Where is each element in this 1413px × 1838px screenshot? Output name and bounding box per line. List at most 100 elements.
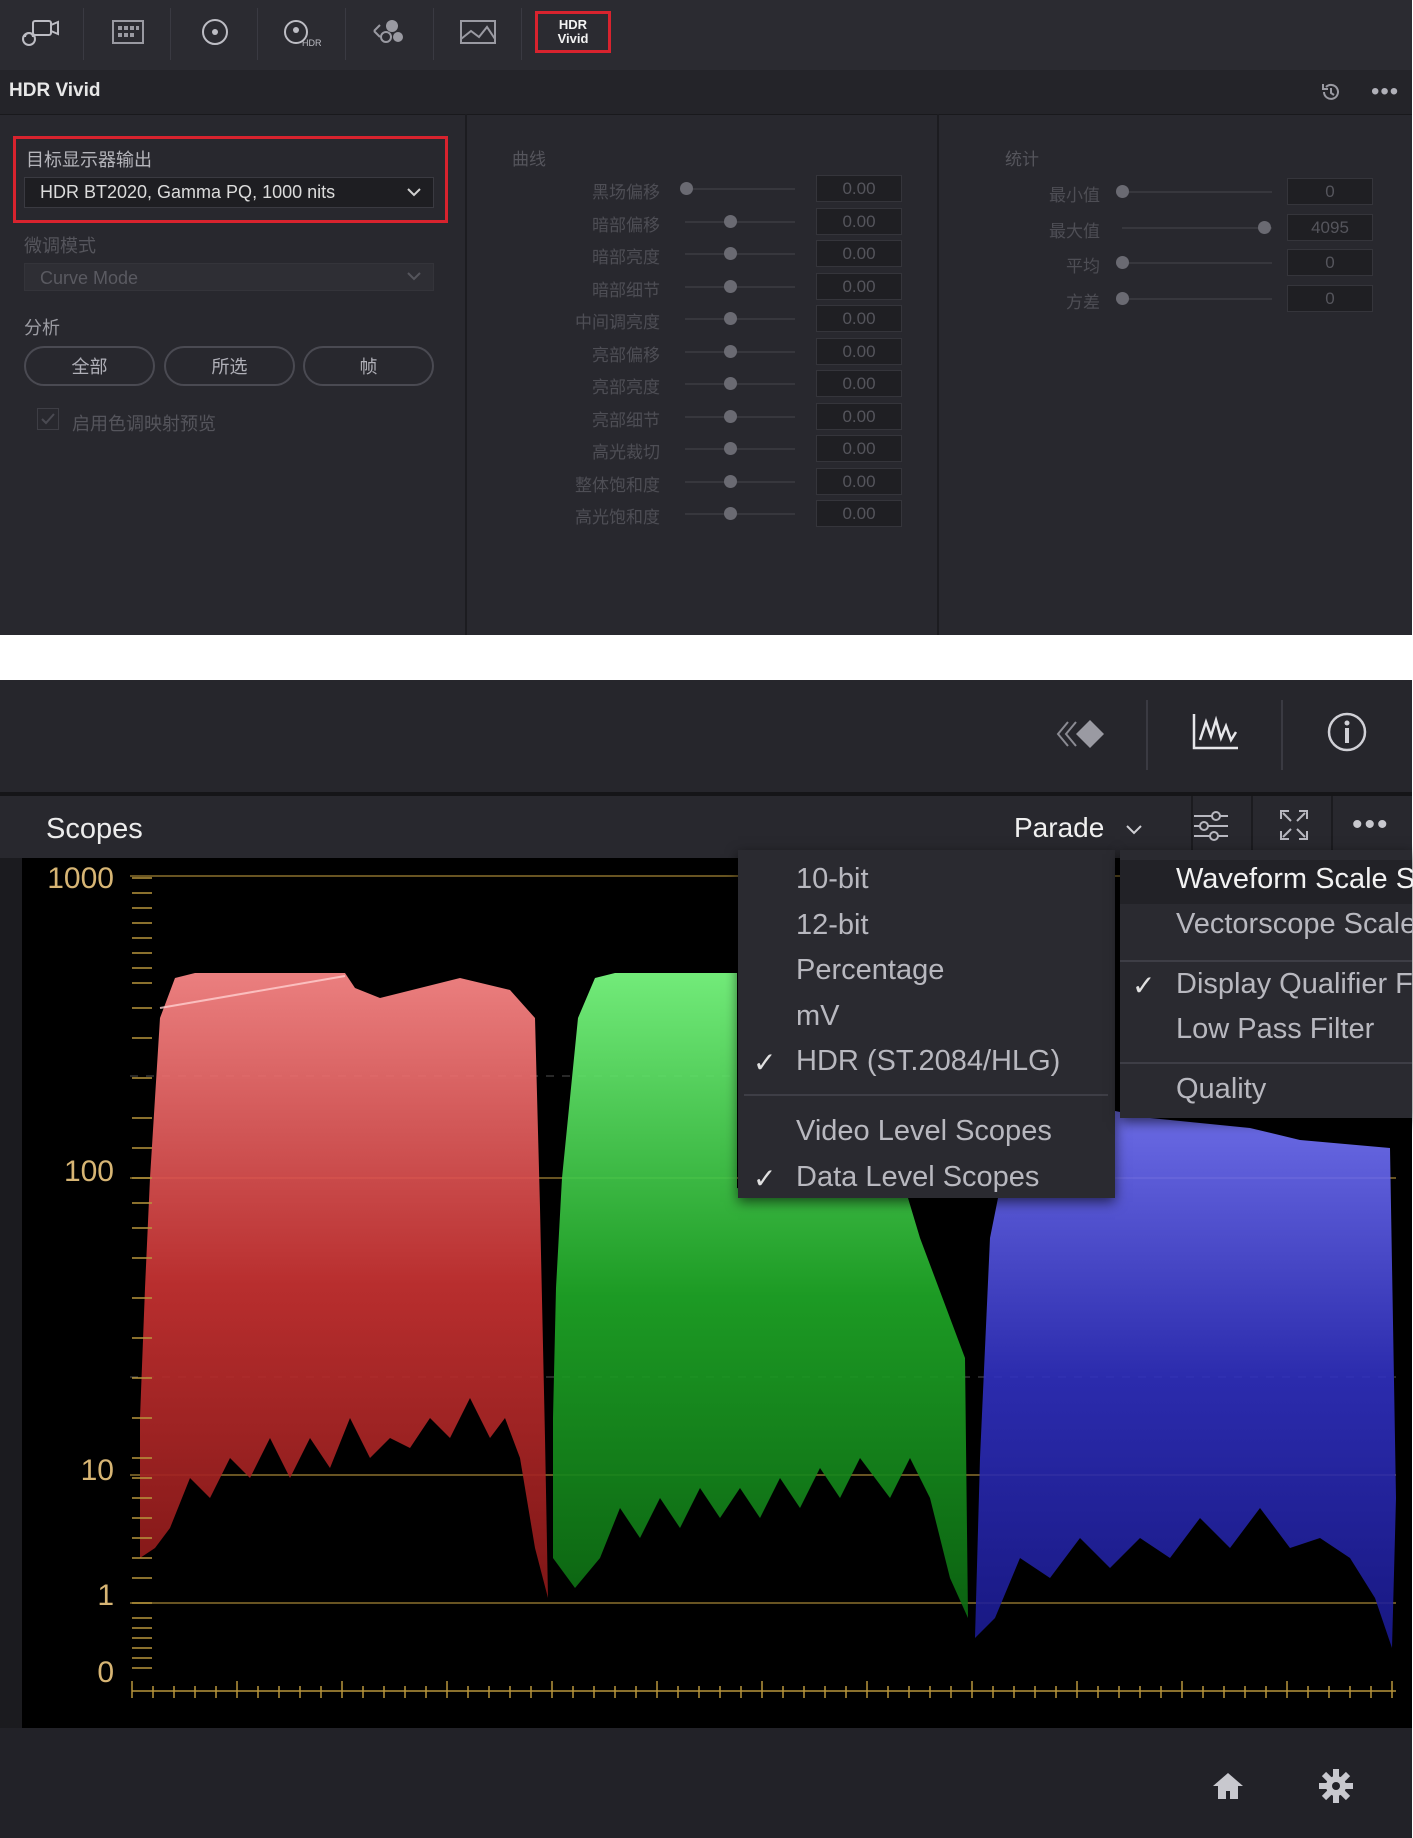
- slider-knob[interactable]: [724, 344, 737, 358]
- color-match-icon[interactable]: [98, 10, 158, 54]
- color-wheels-icon[interactable]: [185, 10, 245, 54]
- curve-param-value[interactable]: 0.00: [816, 370, 902, 397]
- stat-slider: [1122, 191, 1272, 193]
- hdr-vivid-tab[interactable]: HDR Vivid: [535, 11, 611, 53]
- slider-knob[interactable]: [680, 182, 693, 195]
- stat-value: 0: [1287, 249, 1373, 276]
- camera-raw-icon[interactable]: [10, 10, 70, 54]
- stat-label: 最大值: [1049, 221, 1100, 241]
- panel-titlebar: HDR Vivid •••: [0, 70, 1412, 115]
- analyze-all-button[interactable]: 全部: [24, 346, 155, 386]
- curve-param-slider[interactable]: [685, 188, 795, 190]
- slider-knob: [1116, 291, 1129, 305]
- toolbar-divider: [1146, 700, 1148, 770]
- menu-item[interactable]: 12-bit: [796, 909, 869, 942]
- analyze-selected-button[interactable]: 所选: [164, 346, 295, 386]
- curve-param-value[interactable]: 0.00: [816, 435, 902, 462]
- scopes-waveform-icon[interactable]: [1190, 710, 1240, 759]
- more-options-icon[interactable]: •••: [1352, 808, 1390, 842]
- axis-label-10: 10: [80, 1454, 114, 1487]
- expand-icon[interactable]: [1279, 809, 1309, 846]
- curve-param-value[interactable]: 0.00: [816, 272, 902, 300]
- tuning-mode-select[interactable]: Curve Mode: [24, 263, 434, 291]
- stat-label: 平均: [1066, 257, 1100, 276]
- slider-knob[interactable]: [724, 409, 737, 423]
- gear-icon[interactable]: [1318, 1768, 1354, 1809]
- preview-checkbox[interactable]: [37, 408, 59, 430]
- curve-param-slider[interactable]: [685, 350, 795, 353]
- motion-effects-icon[interactable]: [448, 10, 508, 54]
- target-display-select[interactable]: HDR BT2020, Gamma PQ, 1000 nits: [24, 177, 434, 208]
- column-divider: [465, 114, 467, 635]
- menu-separator: [1120, 960, 1412, 962]
- menu-item[interactable]: Video Level Scopes: [796, 1115, 1052, 1148]
- curve-param-slider[interactable]: [685, 383, 795, 385]
- axis-label-100: 100: [63, 1155, 114, 1188]
- curve-param-value[interactable]: 0.00: [816, 500, 902, 527]
- curve-param-slider[interactable]: [685, 415, 795, 418]
- curve-param-slider[interactable]: [685, 480, 795, 483]
- slider-knob[interactable]: [724, 442, 737, 455]
- slider-knob[interactable]: [724, 377, 737, 390]
- curve-param-label: 亮部偏移: [592, 345, 660, 365]
- menu-item[interactable]: HDR (ST.2084/HLG): [796, 1045, 1060, 1078]
- curve-param-value[interactable]: 0.00: [816, 467, 902, 495]
- menu-item[interactable]: 10-bit: [796, 863, 869, 896]
- stats-section-label: 统计: [1005, 150, 1039, 169]
- curve-param-slider[interactable]: [685, 253, 795, 255]
- curve-param-value[interactable]: 0.00: [816, 305, 902, 332]
- slider-knob[interactable]: [724, 474, 737, 488]
- curve-param-value[interactable]: 0.00: [816, 240, 902, 267]
- curve-param-slider[interactable]: [685, 220, 795, 223]
- scope-mode-dropdown[interactable]: Parade: [1014, 812, 1144, 844]
- scopes-title: Scopes: [46, 813, 143, 845]
- preview-checkbox-label: 启用色调映射预览: [72, 414, 216, 434]
- slider-knob[interactable]: [724, 507, 737, 520]
- analysis-label: 分析: [24, 318, 60, 338]
- curve-param-value[interactable]: 0.00: [816, 175, 902, 202]
- more-options-icon[interactable]: •••: [1371, 78, 1399, 106]
- tuning-mode-label: 微调模式: [24, 236, 96, 256]
- analyze-frame-button[interactable]: 帧: [303, 346, 434, 386]
- menu-item[interactable]: Display Qualifier F: [1176, 968, 1413, 1001]
- slider-knob: [1258, 220, 1271, 234]
- menu-item[interactable]: Waveform Scale S: [1176, 863, 1413, 896]
- stat-label: 最小值: [1049, 186, 1100, 205]
- hdr-vivid-panel: HDR HDR Vivid HDR Vivid ••• 目标显示器输出 HDR …: [0, 0, 1412, 635]
- slider-knob[interactable]: [724, 247, 737, 260]
- hdr-badge-line2: Vivid: [557, 31, 589, 46]
- hdr-wheels-icon[interactable]: HDR: [272, 10, 332, 54]
- curve-param-value[interactable]: 0.00: [816, 402, 902, 430]
- menu-item[interactable]: Data Level Scopes: [796, 1161, 1039, 1194]
- rgb-mixer-icon[interactable]: [360, 10, 420, 54]
- curve-param-label: 中间调亮度: [575, 313, 660, 332]
- home-icon[interactable]: [1211, 1770, 1245, 1807]
- toolbar: HDR HDR Vivid: [0, 0, 1412, 71]
- curve-param-value[interactable]: 0.00: [816, 207, 902, 235]
- menu-item[interactable]: Percentage: [796, 954, 944, 987]
- curve-param-slider[interactable]: [685, 285, 795, 288]
- menu-item[interactable]: Vectorscope Scale: [1176, 908, 1413, 941]
- keyframes-icon[interactable]: [1054, 716, 1110, 757]
- slider-knob[interactable]: [724, 214, 737, 228]
- scopes-window: Scopes Parade ••• 1000 100 10 1 0 10-bit…: [0, 680, 1413, 1838]
- info-icon[interactable]: [1325, 710, 1369, 759]
- curve-param-value[interactable]: 0.00: [816, 337, 902, 365]
- slider-knob[interactable]: [724, 312, 737, 325]
- menu-item[interactable]: Low Pass Filter: [1176, 1013, 1374, 1046]
- target-display-label: 目标显示器输出: [26, 150, 152, 170]
- stat-value: 0: [1287, 178, 1373, 205]
- menu-separator: [744, 1094, 1108, 1096]
- curve-param-slider[interactable]: [685, 318, 795, 320]
- curve-param-slider[interactable]: [685, 513, 795, 515]
- menu-item[interactable]: mV: [796, 1000, 840, 1033]
- reset-icon[interactable]: [1319, 80, 1343, 109]
- target-display-value: HDR BT2020, Gamma PQ, 1000 nits: [40, 182, 336, 202]
- curve-param-slider[interactable]: [685, 448, 795, 450]
- settings-sliders-icon[interactable]: [1192, 808, 1230, 849]
- menu-item[interactable]: Quality: [1176, 1073, 1266, 1106]
- slider-knob[interactable]: [724, 279, 737, 293]
- hdr-badge-line1: HDR: [558, 17, 588, 32]
- chevron-down-icon: [405, 183, 423, 206]
- curve-param-label: 高光饱和度: [575, 508, 660, 527]
